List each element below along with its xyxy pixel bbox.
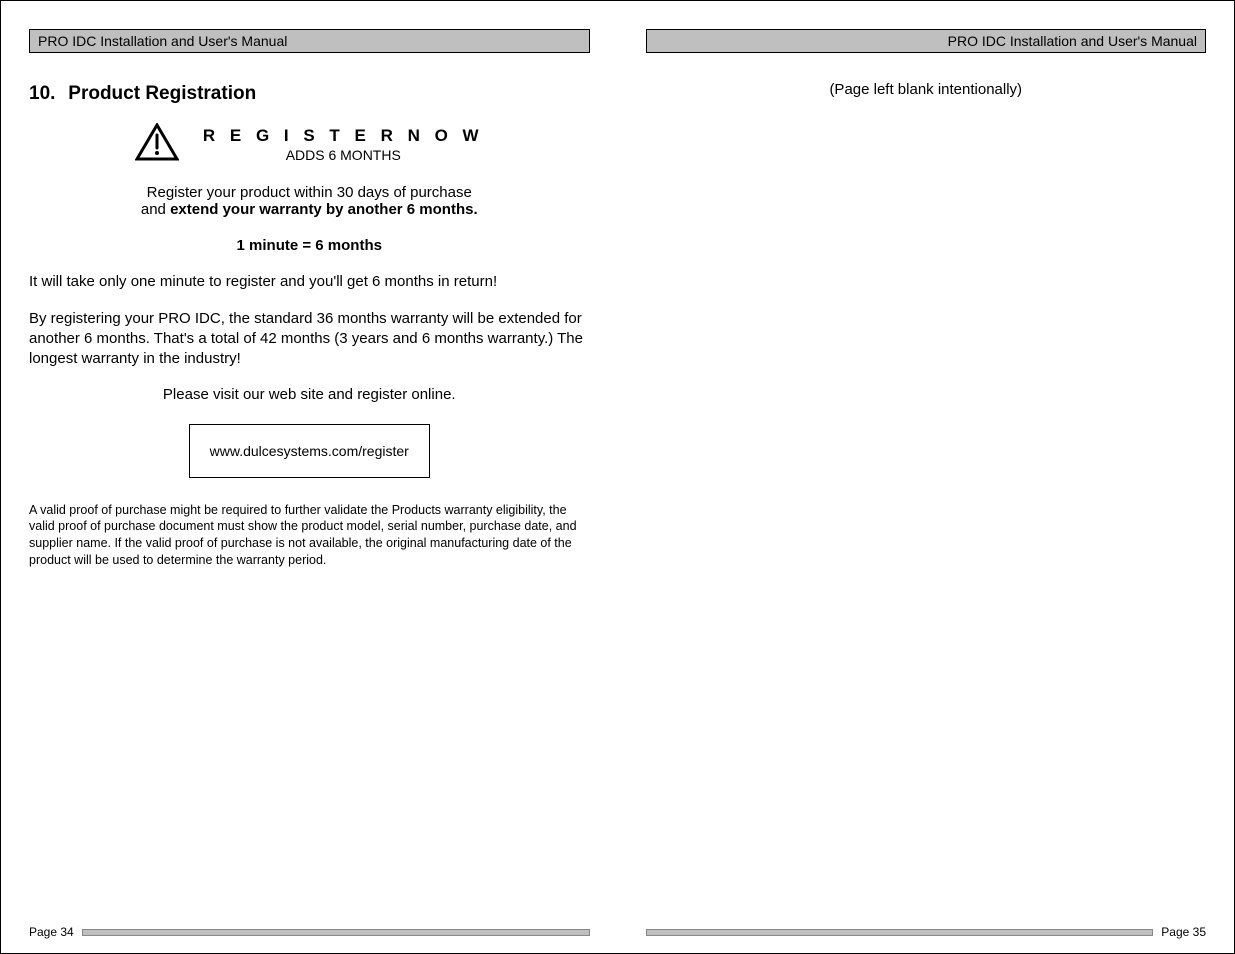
footer: Page 34 Page 35 — [29, 925, 1206, 939]
header-bar-right: PRO IDC Installation and User's Manual — [646, 29, 1207, 53]
page-spread: PRO IDC Installation and User's Manual 1… — [29, 29, 1206, 937]
footer-rule-right — [646, 929, 1154, 936]
page-number-left: Page 34 — [29, 925, 74, 939]
url-box-wrap: www.dulcesystems.com/register — [29, 414, 590, 496]
fineprint: A valid proof of purchase might be requi… — [29, 502, 590, 570]
adds-months-label: ADDS 6 MONTHS — [203, 147, 484, 163]
visit-line: Please visit our web site and register o… — [29, 385, 590, 405]
footer-left: Page 34 — [29, 925, 590, 939]
register-text-block: R E G I S T E R N O W ADDS 6 MONTHS — [203, 126, 484, 163]
intro-line-1: Register your product within 30 days of … — [29, 184, 590, 201]
paragraph-2: By registering your PRO IDC, the standar… — [29, 309, 590, 370]
register-url-box: www.dulcesystems.com/register — [189, 424, 430, 478]
blank-page-note: (Page left blank intentionally) — [646, 81, 1207, 98]
intro-block: Register your product within 30 days of … — [29, 184, 590, 218]
footer-right: Page 35 — [646, 925, 1207, 939]
document-sheet: PRO IDC Installation and User's Manual 1… — [0, 0, 1235, 954]
equation-line: 1 minute = 6 months — [29, 236, 590, 256]
register-now-heading: R E G I S T E R N O W — [203, 126, 484, 146]
intro-line-2-bold: extend your warranty by another 6 months… — [170, 201, 478, 218]
section-number: 10. — [29, 83, 63, 105]
section-title-text: Product Registration — [68, 83, 256, 104]
register-row: R E G I S T E R N O W ADDS 6 MONTHS — [29, 123, 590, 166]
page-right: PRO IDC Installation and User's Manual (… — [646, 29, 1207, 937]
page-left: PRO IDC Installation and User's Manual 1… — [29, 29, 590, 937]
intro-line-2: and extend your warranty by another 6 mo… — [29, 201, 590, 218]
warning-icon — [135, 123, 179, 166]
header-bar-left: PRO IDC Installation and User's Manual — [29, 29, 590, 53]
paragraph-1: It will take only one minute to register… — [29, 272, 590, 292]
footer-rule-left — [82, 929, 590, 936]
section-heading: 10. Product Registration — [29, 83, 590, 105]
intro-line-2-pre: and — [141, 201, 170, 218]
page-number-right: Page 35 — [1161, 925, 1206, 939]
